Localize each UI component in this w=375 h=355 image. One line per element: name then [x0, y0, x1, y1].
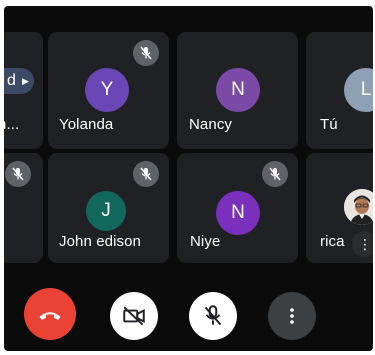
participant-tile-rica[interactable]: rica ⋮: [306, 153, 373, 263]
mic-off-icon: [262, 161, 288, 187]
participant-tile-nancy[interactable]: N Nancy: [177, 32, 298, 149]
participant-tile-tu[interactable]: L Tú: [306, 32, 373, 149]
participant-name: Tú: [320, 116, 338, 133]
end-call-button[interactable]: [24, 288, 76, 340]
participant-tile-john-edison[interactable]: J John edison: [48, 153, 169, 263]
chevron-right-icon: ▶: [22, 76, 29, 86]
avatar: L: [344, 68, 373, 112]
participant-name: John edison: [59, 233, 141, 250]
participant-name: Nancy: [189, 116, 233, 133]
meeting-screen: d ▶ n... Y Yolanda N Nancy L Tú: [4, 6, 373, 351]
camera-toggle-button[interactable]: [110, 292, 158, 340]
camera-off-icon: [123, 306, 145, 326]
participant-tile-niye[interactable]: N Niye: [177, 153, 298, 263]
avatar: N: [216, 191, 260, 235]
participant-name: n...: [4, 116, 20, 133]
participant-name: Niye: [190, 233, 221, 250]
participant-name: rica: [320, 233, 345, 250]
mic-off-icon: [133, 161, 159, 187]
mic-off-icon: [5, 161, 31, 187]
mic-off-icon: [204, 305, 222, 326]
person-photo-icon: [344, 189, 373, 225]
pin-chip[interactable]: d ▶: [4, 68, 34, 94]
participant-name: Yolanda: [59, 116, 114, 133]
avatar: J: [86, 191, 126, 231]
more-options-button[interactable]: [268, 292, 316, 340]
participant-tile-pinned[interactable]: d ▶ n...: [4, 32, 43, 149]
avatar-initial: N: [231, 202, 245, 223]
pin-chip-label: d: [7, 72, 16, 89]
mic-off-icon: [133, 40, 159, 66]
avatar-initial: J: [101, 200, 111, 221]
mic-toggle-button[interactable]: [189, 292, 237, 340]
avatar: N: [216, 68, 260, 112]
more-vert-icon: [290, 308, 294, 324]
avatar-initial: Y: [100, 79, 114, 100]
avatar: Y: [85, 68, 129, 112]
avatar: [344, 189, 373, 225]
phone-hangup-icon: [39, 312, 61, 320]
participant-tile-yolanda[interactable]: Y Yolanda: [48, 32, 169, 149]
participant-tile-unnamed[interactable]: [4, 153, 43, 263]
more-tile-options-icon[interactable]: ⋮: [352, 231, 373, 257]
avatar-initial: N: [231, 79, 245, 100]
avatar-initial: L: [360, 79, 372, 100]
